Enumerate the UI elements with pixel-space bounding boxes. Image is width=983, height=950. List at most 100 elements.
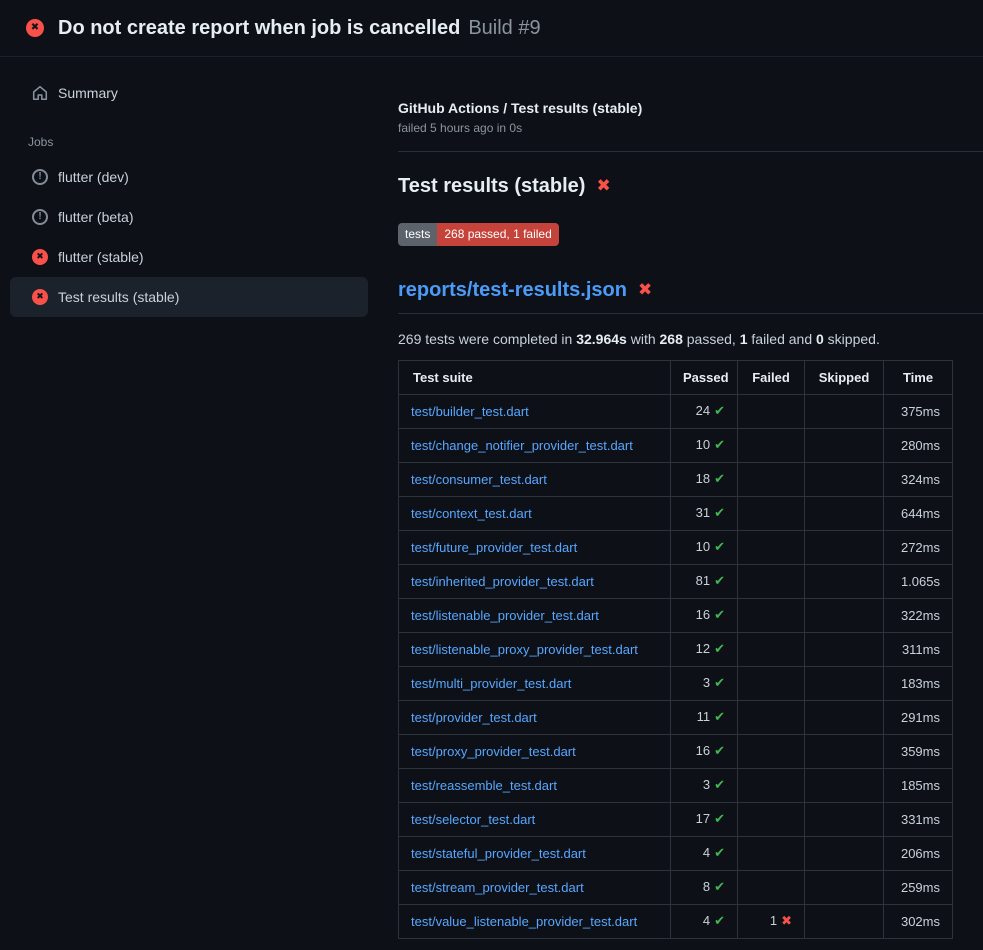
- count-value: 12: [696, 641, 710, 656]
- skipped-cell: [805, 836, 884, 870]
- test-suite-link[interactable]: test/proxy_provider_test.dart: [411, 744, 576, 759]
- summary-text: skipped.: [824, 331, 880, 347]
- sidebar-item-flutter-stable[interactable]: ✖flutter (stable): [10, 237, 368, 277]
- suite-cell: test/provider_test.dart: [399, 700, 671, 734]
- sidebar-item-flutter-dev[interactable]: !flutter (dev): [10, 157, 368, 197]
- badge-label: tests: [398, 223, 437, 246]
- sidebar-item-test-results-stable[interactable]: ✖Test results (stable): [10, 277, 368, 317]
- check-icon: ✔: [714, 506, 725, 521]
- time-cell: 322ms: [884, 598, 953, 632]
- skipped-cell: [805, 768, 884, 802]
- suite-cell: test/context_test.dart: [399, 496, 671, 530]
- time-cell: 259ms: [884, 870, 953, 904]
- table-row: test/stream_provider_test.dart8✔259ms: [399, 870, 953, 904]
- count-value: 10: [696, 539, 710, 554]
- test-suite-link[interactable]: test/builder_test.dart: [411, 404, 529, 419]
- build-title: Do not create report when job is cancell…: [58, 17, 460, 39]
- breadcrumb: GitHub Actions / Test results (stable): [398, 100, 983, 116]
- main-content: GitHub Actions / Test results (stable) f…: [388, 57, 983, 939]
- failed-cell: [738, 768, 805, 802]
- check-run-title: Test results (stable) ✖: [398, 175, 983, 198]
- skipped-cell: [805, 870, 884, 904]
- failed-x-icon: ✖: [638, 282, 652, 299]
- neutral-circle-icon: !: [32, 209, 48, 225]
- count-value: 4: [703, 913, 710, 928]
- summary-text: with: [627, 331, 660, 347]
- count-value: 10: [696, 437, 710, 452]
- time-cell: 359ms: [884, 734, 953, 768]
- time-cell: 375ms: [884, 394, 953, 428]
- suite-cell: test/future_provider_test.dart: [399, 530, 671, 564]
- table-row: test/provider_test.dart 11✔ 291ms: [399, 700, 953, 734]
- table-row: test/future_provider_test.dart10✔272ms: [399, 530, 953, 564]
- failed-cell: [738, 666, 805, 700]
- passed-cell: 3✔: [671, 666, 738, 700]
- suite-cell: test/consumer_test.dart: [399, 462, 671, 496]
- check-icon: ✔: [714, 914, 725, 929]
- skipped-cell: [805, 666, 884, 700]
- failed-cell: 1✖: [738, 904, 805, 938]
- passed-cell: 12 ✔: [671, 632, 738, 666]
- sidebar-item-label: flutter (stable): [58, 249, 144, 265]
- check-icon: ✔: [714, 710, 725, 725]
- build-number: Build #9: [468, 17, 540, 39]
- check-icon: ✔: [714, 744, 725, 759]
- count-value: 16: [696, 743, 710, 758]
- sidebar-item-label: Test results (stable): [58, 289, 179, 305]
- passed-cell: 4✔: [671, 836, 738, 870]
- col-header-passed: Passed: [671, 360, 738, 394]
- summary-passed-count: 268: [660, 331, 683, 347]
- time-cell: 324ms: [884, 462, 953, 496]
- count-value: 1: [770, 913, 777, 928]
- skipped-cell: [805, 428, 884, 462]
- skipped-cell: [805, 462, 884, 496]
- report-file-link[interactable]: reports/test-results.json: [398, 279, 627, 302]
- time-cell: 183ms: [884, 666, 953, 700]
- count-value: 8: [703, 879, 710, 894]
- col-header-skipped: Skipped: [805, 360, 884, 394]
- run-meta: failed 5 hours ago in 0s: [398, 121, 983, 135]
- col-header-suite: Test suite: [399, 360, 671, 394]
- jobs-section-label: Jobs: [10, 135, 368, 149]
- test-suite-link[interactable]: test/stream_provider_test.dart: [411, 880, 584, 895]
- table-row: test/context_test.dart31✔644ms: [399, 496, 953, 530]
- test-suite-link[interactable]: test/context_test.dart: [411, 506, 532, 521]
- summary-text: failed and: [748, 331, 817, 347]
- test-suite-link[interactable]: test/stateful_provider_test.dart: [411, 846, 586, 861]
- table-row: test/builder_test.dart 24✔ 375ms: [399, 394, 953, 428]
- passed-cell: 16✔: [671, 598, 738, 632]
- test-suite-link[interactable]: test/multi_provider_test.dart: [411, 676, 571, 691]
- check-icon: ✔: [714, 642, 725, 657]
- sidebar-item-label: flutter (beta): [58, 209, 133, 225]
- test-suite-link[interactable]: test/value_listenable_provider_test.dart: [411, 914, 637, 929]
- test-suite-link[interactable]: test/future_provider_test.dart: [411, 540, 577, 555]
- test-suite-link[interactable]: test/listenable_proxy_provider_test.dart: [411, 642, 638, 657]
- passed-cell: 10✔: [671, 530, 738, 564]
- test-suite-link[interactable]: test/listenable_provider_test.dart: [411, 608, 599, 623]
- skipped-cell: [805, 904, 884, 938]
- sidebar: Summary Jobs !flutter (dev)! flutter (bet…: [0, 57, 388, 317]
- summary-line: 269 tests were completed in 32.964s with…: [398, 331, 983, 347]
- sidebar-item-summary[interactable]: Summary: [10, 73, 368, 113]
- check-icon: ✔: [714, 438, 725, 453]
- check-icon: ✔: [714, 608, 725, 623]
- test-suite-link[interactable]: test/consumer_test.dart: [411, 472, 547, 487]
- failed-cell: [738, 870, 805, 904]
- test-suite-link[interactable]: test/selector_test.dart: [411, 812, 535, 827]
- failed-status-icon: ✖: [26, 19, 44, 37]
- suite-cell: test/change_notifier_provider_test.dart: [399, 428, 671, 462]
- passed-cell: 24✔: [671, 394, 738, 428]
- test-suite-link[interactable]: test/provider_test.dart: [411, 710, 537, 725]
- failed-cell: [738, 428, 805, 462]
- failed-cell: [738, 394, 805, 428]
- test-suite-link[interactable]: test/reassemble_test.dart: [411, 778, 557, 793]
- summary-text: passed,: [683, 331, 740, 347]
- passed-cell: 11✔: [671, 700, 738, 734]
- failed-cell: [738, 734, 805, 768]
- sidebar-item-flutter-beta[interactable]: ! flutter (beta): [10, 197, 368, 237]
- build-header: ✖ Do not create report when job is cance…: [0, 0, 983, 57]
- test-suite-link[interactable]: test/change_notifier_provider_test.dart: [411, 438, 633, 453]
- time-cell: 291ms: [884, 700, 953, 734]
- test-suite-link[interactable]: test/inherited_provider_test.dart: [411, 574, 594, 589]
- suite-cell: test/value_listenable_provider_test.dart: [399, 904, 671, 938]
